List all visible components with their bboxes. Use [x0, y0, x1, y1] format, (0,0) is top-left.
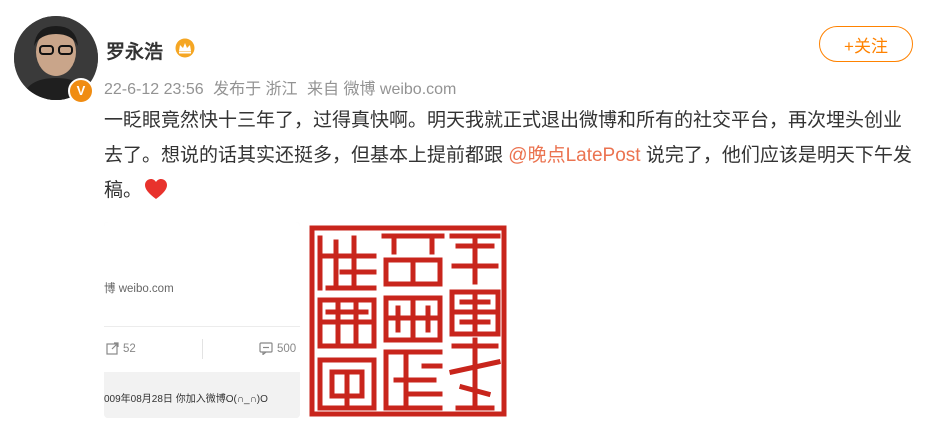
image-thumbnail-2[interactable] [302, 222, 514, 418]
user-name[interactable]: 罗永浩 [106, 37, 163, 64]
seal-stamp [309, 225, 507, 417]
post-meta: 22-6-12 23:56 发布于 浙江 来自 微博 weibo.com [104, 75, 461, 99]
forward-icon [106, 342, 119, 355]
image-thumbnail-1[interactable]: 博 weibo.com 52 500 009年08月28日 你加入微博O(∩_∩… [104, 222, 300, 418]
post-text: 一眨眼竟然快十三年了，过得真快啊。明天我就正式退出微博和所有的社交平台，再次埋头… [104, 103, 914, 208]
follow-button[interactable]: +关注 [819, 26, 913, 62]
crown-icon [175, 38, 195, 58]
post-time[interactable]: 22-6-12 23:56 [104, 81, 204, 98]
verified-badge-icon: V [68, 78, 94, 104]
heart-icon [145, 179, 168, 199]
thumb-date-text: 009年08月28日 你加入微博O(∩_∩)O [104, 394, 268, 405]
comment-icon [259, 342, 273, 355]
mention-link[interactable]: @晚点LatePost [508, 145, 640, 166]
thumb-forward: 52 [106, 342, 136, 355]
forward-count: 52 [123, 342, 136, 355]
thumb-source-text: 博 weibo.com [104, 283, 174, 295]
comment-count: 500 [277, 342, 297, 355]
post-location: 发布于 浙江 [213, 81, 298, 98]
post-source: 来自 微博 weibo.com [307, 81, 457, 98]
thumb-comment: 500 [259, 342, 296, 355]
